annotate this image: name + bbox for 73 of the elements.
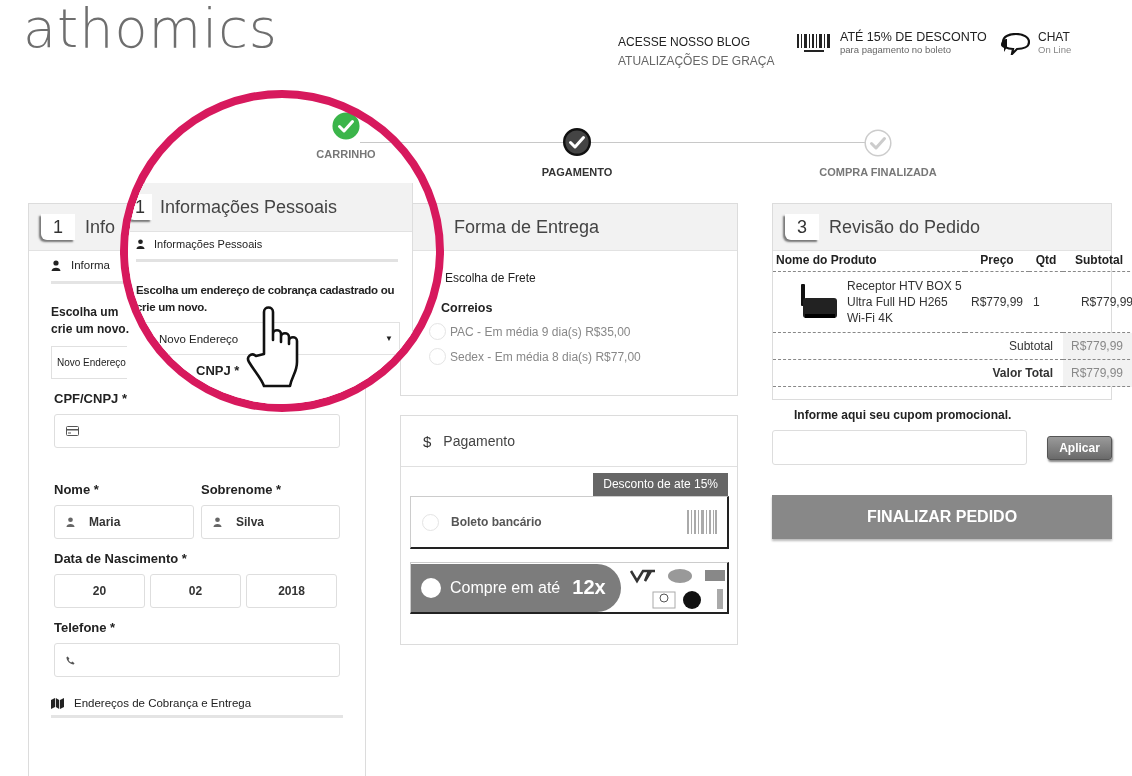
installments-option[interactable]: Compre em até 12x (411, 563, 621, 612)
phone-icon (66, 655, 75, 665)
map-icon (51, 697, 64, 709)
surname-field[interactable]: Silva (201, 505, 340, 539)
header-link-subtitle: On Line (1038, 44, 1072, 55)
table-cell: R$779,99 (965, 272, 1029, 333)
apply-button[interactable]: Aplicar (1047, 435, 1112, 460)
boleto-option[interactable]: Boleto bancário (410, 496, 729, 549)
user-icon (213, 517, 222, 527)
coupon-field[interactable] (772, 430, 1027, 465)
product-name: Receptor HTV BOX 5 Ultra Full HD H265 Wi-Fi 4K (847, 278, 963, 326)
field-label: CNPJ * (196, 363, 240, 378)
panel-title: Revisão do Pedido (829, 216, 981, 238)
logo[interactable]: athomics (0, 0, 618, 85)
step-number: 1 (41, 214, 75, 240)
column-header: Preço (965, 251, 1029, 272)
discount-badge: Desconto de ate 15% (593, 473, 728, 496)
dollar-icon: $ (423, 432, 432, 450)
card-icon (66, 426, 79, 436)
header-link-title[interactable]: ATÉ 15% DE DESCONTO (840, 30, 987, 44)
finish-order-button[interactable]: FINALIZAR PEDIDO (772, 495, 1112, 539)
column-header: Subtotal (1063, 251, 1132, 272)
user-icon (136, 239, 145, 249)
step-number: 3 (785, 214, 819, 240)
shipping-prompt: Escolha de Frete (444, 271, 537, 285)
field-label: Data de Nascimento * (53, 551, 188, 566)
phone-field[interactable] (54, 643, 340, 677)
birth-date-field[interactable]: 02 (150, 574, 241, 608)
shipping-option[interactable]: PAC - Em média 9 dia(s) R$35,00 (450, 324, 631, 339)
shipping-radio[interactable] (429, 323, 446, 340)
payment-radio[interactable] (421, 577, 441, 598)
carrier-name: Correios (441, 301, 494, 315)
section-title: Informa (71, 259, 110, 271)
name-field[interactable]: Maria (54, 505, 194, 539)
coupon-label: Informe aqui seu cupom promocional. (794, 408, 1013, 422)
panel-title: Pagamento (443, 433, 515, 449)
prompt-text: crie um novo. (51, 321, 130, 338)
header-link-subtitle: ATUALIZAÇÕES DE GRAÇA (618, 54, 775, 68)
table-cell: 1 (1029, 272, 1063, 333)
header-link-title[interactable]: ACESSE NOSSO BLOG (618, 35, 775, 49)
total-value: R$779,99 (1063, 360, 1132, 387)
field-label: Nome * (54, 482, 100, 497)
field-label: Sobrenome * (201, 482, 283, 497)
barcode-icon (687, 510, 717, 534)
header-link-subtitle: para pagamento no boleto (840, 44, 952, 55)
column-header: Nome do Produto (773, 251, 965, 272)
total-value: R$779,99 (1063, 333, 1132, 360)
panel-title: Forma de Entrega (454, 216, 600, 238)
section-title: Endereços de Cobrança e Entrega (74, 697, 252, 709)
birth-date-field[interactable]: 2018 (246, 574, 337, 608)
barcode-icon (796, 33, 832, 53)
column-header: Qtd (1029, 251, 1063, 272)
prompt-text: Escolha um (51, 304, 119, 321)
section-title: Informações Pessoais (154, 238, 263, 250)
user-icon (66, 517, 75, 527)
shipping-radio[interactable] (429, 348, 446, 365)
installments-count: 12x (572, 576, 606, 599)
panel-title: Informações Pessoais (160, 196, 338, 218)
chat-icon (1000, 33, 1030, 55)
birth-date-field[interactable]: 20 (54, 574, 145, 608)
document-field[interactable] (54, 414, 340, 448)
step-label: CARRINHO (316, 148, 376, 160)
field-label: Telefone * (53, 620, 117, 635)
panel-title: Info (85, 216, 116, 238)
step-label: PAGAMENTO (541, 166, 613, 178)
header-link-title[interactable]: CHAT (1038, 30, 1072, 44)
field-label: CPF/CNPJ * (53, 391, 128, 406)
step-label: COMPRA FINALIZADA (819, 166, 937, 178)
user-icon (51, 259, 61, 271)
payment-radio[interactable] (422, 513, 439, 531)
shipping-option[interactable]: Sedex - Em média 8 dia(s) R$77,00 (450, 349, 641, 364)
address-select[interactable]: Novo Endereço (51, 346, 127, 379)
dropdown-arrow: ▼ (385, 334, 393, 343)
